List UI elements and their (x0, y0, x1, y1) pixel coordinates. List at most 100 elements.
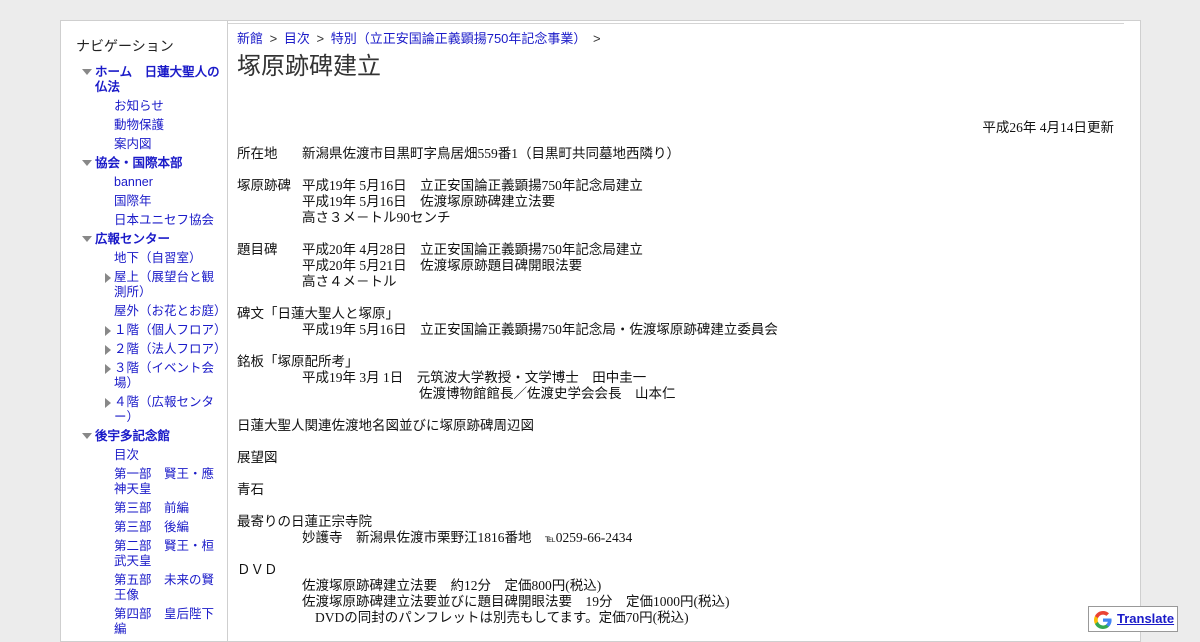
sidebar-item-label: 第三部 前編 (114, 501, 190, 515)
monument-line: 高さ３メ－トル90センチ (302, 210, 451, 225)
temple-line: 妙護寺 新潟県佐渡市栗野江1816番地 ℡0259-66-2434 (302, 530, 632, 548)
expand-triangle-icon[interactable] (105, 273, 111, 283)
dvd-note: DVDの同封のパンフレットは別売もしてます。定価70円(税込) (315, 610, 689, 625)
main-content: 新館 > 目次 > 特別（立正安国論正義顕揚750年記念事業） > 塚原跡碑建立… (237, 21, 1127, 641)
sidebar-item[interactable]: 第三部 前編 (61, 497, 227, 516)
monument-label: 塚原跡碑 (237, 178, 291, 193)
sidebar-title: ナビゲーション (76, 38, 174, 54)
dvd-line: 佐渡塚原跡碑建立法要 約12分 定価800円(税込) (302, 578, 602, 593)
collapse-triangle-icon[interactable] (82, 236, 92, 242)
sidebar-item-label: 目次 (114, 448, 140, 462)
stone-title: 青石 (237, 482, 264, 497)
plaque-line: 佐渡博物館館長／佐渡史学会会長 山本仁 (419, 386, 676, 401)
sidebar-item[interactable]: ３階（イベント会場） (61, 357, 227, 391)
breadcrumb-separator: > (269, 31, 278, 46)
sidebar-item[interactable]: 後宇多記念館 (61, 425, 227, 444)
sidebar-item-label: 第一部 賢王・應神天皇 (114, 467, 215, 496)
sidebar-nav-list: ホーム 日蓮大聖人の仏法お知らせ動物保護案内図協会・国際本部 banner 国際年日… (61, 61, 227, 637)
location-row: 所在地 新潟県佐渡市目黒町字鳥居畑559番1（目黒町共同墓地西隣り） (237, 146, 1117, 162)
sidebar-item[interactable]: 屋外（お花とお庭） (61, 300, 227, 319)
sidebar-item[interactable]: 国際年 (61, 190, 227, 209)
monument-row: 塚原跡碑 平成19年 5月16日 立正安国論正義顕揚750年記念局建立 (237, 178, 1117, 194)
sidebar-item-label: banner (114, 175, 153, 189)
sidebar-item[interactable]: 案内図 (61, 133, 227, 152)
collapse-triangle-icon[interactable] (82, 433, 92, 439)
map-title: 日蓮大聖人関連佐渡地名図並びに塚原跡碑周辺図 (237, 418, 534, 433)
expand-triangle-icon[interactable] (105, 345, 111, 355)
updated-date: 平成26年 4月14日更新 (982, 120, 1114, 135)
sidebar-item[interactable]: 協会・国際本部 (61, 152, 227, 171)
sidebar: ナビゲーション ホーム 日蓮大聖人の仏法お知らせ動物保護案内図協会・国際本部 ba… (61, 21, 228, 641)
title-monument-line: 平成20年 4月28日 立正安国論正義顕揚750年記念局建立 (302, 242, 643, 257)
temple-label: 最寄りの日蓮正宗寺院 (237, 514, 372, 529)
inscription-line: 平成19年 5月16日 立正安国論正義顕揚750年記念局・佐渡塚原跡碑建立委員会 (302, 322, 778, 337)
sidebar-item-label: 第四部 皇后陛下編 (114, 607, 215, 636)
location-value: 新潟県佐渡市目黒町字鳥居畑559番1（目黒町共同墓地西隣り） (302, 146, 680, 161)
breadcrumb-link-special[interactable]: 特別（立正安国論正義顕揚750年記念事業） (331, 31, 587, 46)
sidebar-item[interactable]: １階（個人フロア） (61, 319, 227, 338)
sidebar-item-label: 広報センター (95, 232, 171, 246)
sidebar-item[interactable]: 第五部 未来の賢王像 (61, 569, 227, 603)
sidebar-item[interactable]: 第二部 賢王・桓武天皇 (61, 535, 227, 569)
sidebar-item-label: 第五部 未来の賢王像 (114, 573, 215, 602)
page-title: 塚原跡碑建立 (237, 54, 381, 80)
dvd-label: ＤＶＤ (237, 562, 278, 577)
dvd-line: 佐渡塚原跡碑建立法要並びに題目碑開眼法要 19分 定価1000円(税込) (302, 594, 730, 609)
title-monument-line: 平成20年 5月21日 佐渡塚原跡題目碑開眼法要 (302, 258, 583, 273)
sidebar-item-label: 国際年 (114, 194, 152, 208)
sidebar-item[interactable]: 広報センター (61, 228, 227, 247)
page-container: ナビゲーション ホーム 日蓮大聖人の仏法お知らせ動物保護案内図協会・国際本部 ba… (60, 20, 1141, 642)
sidebar-item-label: 協会・国際本部 (95, 156, 183, 170)
sidebar-item-label: ４階（広報センター） (114, 395, 215, 424)
temple-tel: 0259-66-2434 (555, 530, 633, 545)
sidebar-item[interactable]: 動物保護 (61, 114, 227, 133)
sidebar-item-label: 屋外（お花とお庭） (114, 304, 227, 318)
sidebar-item-label: 動物保護 (114, 118, 165, 132)
breadcrumb-link-contents[interactable]: 目次 (284, 31, 310, 46)
tel-icon: ℡ (545, 534, 556, 545)
sidebar-item-label: お知らせ (114, 99, 164, 113)
breadcrumb: 新館 > 目次 > 特別（立正安国論正義顕揚750年記念事業） > (237, 28, 604, 47)
monument-line: 平成19年 5月16日 佐渡塚原跡碑建立法要 (302, 194, 556, 209)
sidebar-item[interactable]: 第四部 皇后陛下編 (61, 603, 227, 637)
sidebar-item-label: 日本ユニセフ協会 (114, 213, 215, 227)
sidebar-item-label: 後宇多記念館 (95, 429, 171, 443)
sidebar-item-label: １階（個人フロア） (114, 323, 227, 337)
sidebar-item[interactable]: ホーム 日蓮大聖人の仏法 (61, 61, 227, 95)
collapse-triangle-icon[interactable] (82, 69, 92, 75)
sidebar-item[interactable]: ２階（法人フロア） (61, 338, 227, 357)
sidebar-item-label: ホーム 日蓮大聖人の仏法 (95, 65, 220, 94)
sidebar-item[interactable]: ４階（広報センター） (61, 391, 227, 425)
sidebar-item-label: 案内図 (114, 137, 152, 151)
sidebar-item[interactable]: 屋上（展望台と観測所） (61, 266, 227, 300)
translate-link[interactable]: Translate (1117, 611, 1174, 626)
temple-address: 妙護寺 新潟県佐渡市栗野江1816番地 (302, 530, 532, 545)
sidebar-item-label: ３階（イベント会場） (114, 361, 215, 390)
title-monument-label: 題目碑 (237, 242, 278, 257)
location-label: 所在地 (237, 146, 278, 161)
expand-triangle-icon[interactable] (105, 364, 111, 374)
monument-line: 平成19年 5月16日 立正安国論正義顕揚750年記念局建立 (302, 178, 643, 193)
plaque-line: 平成19年 3月 1日 元筑波大学教授・文学博士 田中圭一 (302, 370, 647, 385)
expand-triangle-icon[interactable] (105, 398, 111, 408)
sidebar-item[interactable]: お知らせ (61, 95, 227, 114)
sidebar-item-label: 第三部 後編 (114, 520, 190, 534)
sidebar-item[interactable]: 地下（自習室） (61, 247, 227, 266)
sidebar-item[interactable]: 目次 (61, 444, 227, 463)
inscription-label: 碑文「日蓮大聖人と塚原」 (237, 306, 399, 321)
plaque-label: 銘板「塚原配所考」 (237, 354, 359, 369)
sidebar-item-label: ２階（法人フロア） (114, 342, 227, 356)
sidebar-item-label: 第二部 賢王・桓武天皇 (114, 539, 215, 568)
sidebar-item-label: 地下（自習室） (114, 251, 202, 265)
collapse-triangle-icon[interactable] (82, 160, 92, 166)
translate-widget[interactable]: Translate (1088, 606, 1178, 632)
sidebar-item[interactable]: 第三部 後編 (61, 516, 227, 535)
view-title: 展望図 (237, 450, 278, 465)
expand-triangle-icon[interactable] (105, 326, 111, 336)
article-body: 所在地 新潟県佐渡市目黒町字鳥居畑559番1（目黒町共同墓地西隣り） 塚原跡碑 … (237, 146, 1117, 626)
title-monument-row: 題目碑 平成20年 4月28日 立正安国論正義顕揚750年記念局建立 (237, 242, 1117, 258)
sidebar-item[interactable]: 第一部 賢王・應神天皇 (61, 463, 227, 497)
sidebar-item[interactable]: 日本ユニセフ協会 (61, 209, 227, 228)
sidebar-item[interactable]: banner (61, 171, 227, 190)
breadcrumb-link-shinkan[interactable]: 新館 (237, 31, 263, 46)
